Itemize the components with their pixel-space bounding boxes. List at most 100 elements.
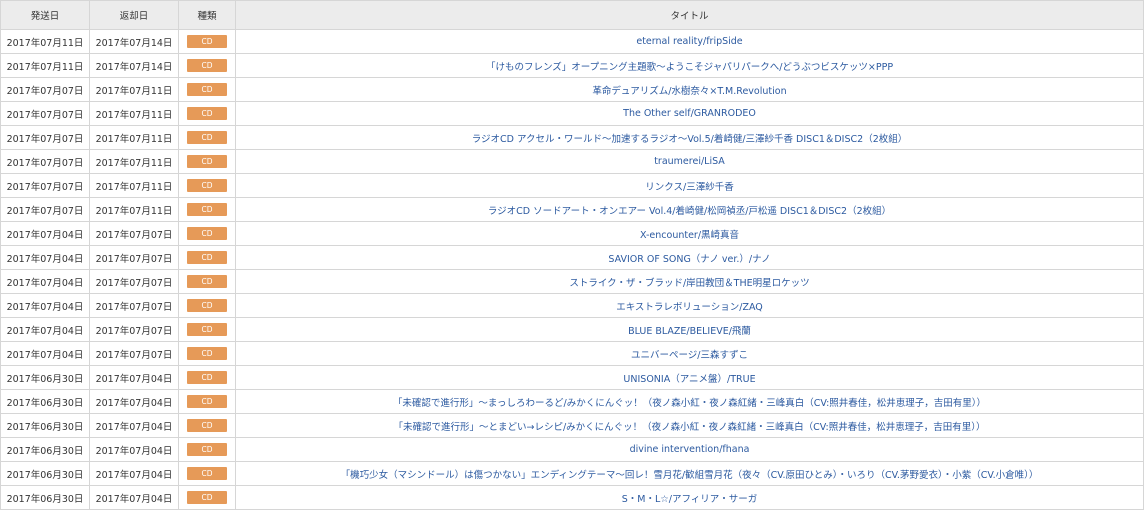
title-link[interactable]: The Other self/GRANRODEO — [623, 108, 756, 119]
ship-date-cell: 2017年07月04日 — [0, 341, 90, 366]
title-cell: BLUE BLAZE/BELIEVE/飛蘭 — [235, 317, 1144, 342]
table-row: 2017年07月04日 2017年07月07日 CD BLUE BLAZE/BELIE… — [0, 317, 1144, 342]
title-link[interactable]: SAVIOR OF SONG（ナノ ver.）/ナノ — [608, 254, 770, 265]
ship-date-cell: 2017年06月30日 — [0, 365, 90, 390]
title-link[interactable]: エキストラレボリューション/ZAQ — [616, 302, 763, 313]
return-date-cell: 2017年07月11日 — [89, 173, 179, 198]
ship-date-cell: 2017年06月30日 — [0, 437, 90, 462]
type-cell: CD — [178, 413, 236, 438]
cd-type-badge: CD — [187, 346, 227, 360]
ship-date-cell: 2017年06月30日 — [0, 461, 90, 486]
cd-type-badge: CD — [187, 178, 227, 192]
ship-date-cell: 2017年07月07日 — [0, 149, 90, 174]
return-date-cell: 2017年07月11日 — [89, 149, 179, 174]
title-link[interactable]: ストライク・ザ・ブラッド/岸田教団＆THE明星ロケッツ — [569, 278, 809, 289]
title-cell: divine intervention/fhana — [235, 437, 1144, 462]
ship-date-cell: 2017年07月07日 — [0, 125, 90, 150]
ship-date-cell: 2017年07月07日 — [0, 197, 90, 222]
table-row: 2017年07月04日 2017年07月07日 CD ユニバーページ/三森すずこ — [0, 341, 1144, 366]
title-cell: X-encounter/黒崎真音 — [235, 221, 1144, 246]
table-row: 2017年06月30日 2017年07月04日 CD S・M・L☆/アフィリア・サーガ — [0, 485, 1144, 510]
ship-date-cell: 2017年07月04日 — [0, 317, 90, 342]
title-cell: ラジオCD ソードアート・オンエアー Vol.4/着崎健/松岡禎丞/戸松遥 DI… — [235, 197, 1144, 222]
ship-date-cell: 2017年07月07日 — [0, 101, 90, 126]
table-row: 2017年06月30日 2017年07月04日 CD 「未確認で進行形」〜とまどい→レ… — [0, 413, 1144, 438]
table-row: 2017年06月30日 2017年07月04日 CD divine intervent… — [0, 437, 1144, 462]
table-row: 2017年07月04日 2017年07月07日 CD ストライク・ザ・ブラッド/岸田教… — [0, 269, 1144, 294]
table-row: 2017年07月07日 2017年07月11日 CD traumerei/LiSA — [0, 149, 1144, 174]
cd-type-badge: CD — [187, 130, 227, 144]
title-link[interactable]: ラジオCD アクセル・ワールド〜加速するラジオ〜Vol.5/着崎健/三澤紗千香 … — [472, 134, 908, 145]
title-link[interactable]: S・M・L☆/アフィリア・サーガ — [622, 494, 758, 505]
table-row: 2017年07月07日 2017年07月11日 CD 革命デュアリズム/水樹奈々×T.… — [0, 77, 1144, 102]
ship-date-cell: 2017年07月04日 — [0, 269, 90, 294]
type-cell: CD — [178, 461, 236, 486]
return-date-cell: 2017年07月04日 — [89, 413, 179, 438]
title-link[interactable]: 「未確認で進行形」〜まっしろわーるど/みかくにんぐッ！（夜ノ森小紅・夜ノ森紅緒・… — [393, 398, 986, 409]
type-cell: CD — [178, 293, 236, 318]
cd-type-badge: CD — [187, 82, 227, 96]
title-link[interactable]: divine intervention/fhana — [630, 444, 750, 455]
title-cell: ユニバーページ/三森すずこ — [235, 341, 1144, 366]
type-cell: CD — [178, 365, 236, 390]
title-link[interactable]: 「未確認で進行形」〜とまどい→レシピ/みかくにんぐッ！（夜ノ森小紅・夜ノ森紅緒・… — [394, 422, 986, 433]
return-date-cell: 2017年07月04日 — [89, 485, 179, 510]
return-date-cell: 2017年07月14日 — [89, 29, 179, 54]
header-ship-date: 発送日 — [0, 0, 90, 30]
ship-date-cell: 2017年07月11日 — [0, 53, 90, 78]
ship-date-cell: 2017年07月07日 — [0, 77, 90, 102]
return-date-cell: 2017年07月07日 — [89, 293, 179, 318]
cd-type-badge: CD — [187, 274, 227, 288]
table-row: 2017年06月30日 2017年07月04日 CD UNISONIA（アニメ盤）/T… — [0, 365, 1144, 390]
cd-type-badge: CD — [187, 202, 227, 216]
type-cell: CD — [178, 197, 236, 222]
table-row: 2017年07月04日 2017年07月07日 CD SAVIOR OF SONG（ナ… — [0, 245, 1144, 270]
type-cell: CD — [178, 485, 236, 510]
title-cell: S・M・L☆/アフィリア・サーガ — [235, 485, 1144, 510]
title-link[interactable]: 「機巧少女（マシンドール）は傷つかない」エンディングテーマ〜回レ！雪月花/歓組雪… — [341, 470, 1039, 481]
cd-type-badge: CD — [187, 490, 227, 504]
header-type: 種類 — [178, 0, 236, 30]
table-row: 2017年06月30日 2017年07月04日 CD 「機巧少女（マシンドール）は傷つ… — [0, 461, 1144, 486]
title-cell: The Other self/GRANRODEO — [235, 101, 1144, 126]
return-date-cell: 2017年07月04日 — [89, 389, 179, 414]
title-cell: SAVIOR OF SONG（ナノ ver.）/ナノ — [235, 245, 1144, 270]
type-cell: CD — [178, 173, 236, 198]
ship-date-cell: 2017年07月11日 — [0, 29, 90, 54]
ship-date-cell: 2017年07月07日 — [0, 173, 90, 198]
table-row: 2017年07月07日 2017年07月11日 CD ラジオCD アクセル・ワールド〜… — [0, 125, 1144, 150]
type-cell: CD — [178, 77, 236, 102]
title-link[interactable]: 「けものフレンズ」オープニング主題歌〜ようこそジャパリパークへ/どうぶつビスケッ… — [486, 62, 893, 73]
title-cell: リンクス/三澤紗千香 — [235, 173, 1144, 198]
return-date-cell: 2017年07月11日 — [89, 197, 179, 222]
type-cell: CD — [178, 125, 236, 150]
table-row: 2017年07月07日 2017年07月11日 CD リンクス/三澤紗千香 — [0, 173, 1144, 198]
title-link[interactable]: traumerei/LiSA — [654, 156, 725, 167]
return-date-cell: 2017年07月07日 — [89, 245, 179, 270]
title-link[interactable]: 革命デュアリズム/水樹奈々×T.M.Revolution — [592, 86, 786, 97]
cd-type-badge: CD — [187, 466, 227, 480]
return-date-cell: 2017年07月04日 — [89, 437, 179, 462]
title-link[interactable]: リンクス/三澤紗千香 — [645, 182, 733, 193]
title-link[interactable]: X-encounter/黒崎真音 — [640, 230, 739, 241]
ship-date-cell: 2017年07月04日 — [0, 245, 90, 270]
return-date-cell: 2017年07月11日 — [89, 77, 179, 102]
title-cell: 「機巧少女（マシンドール）は傷つかない」エンディングテーマ〜回レ！雪月花/歓組雪… — [235, 461, 1144, 486]
cd-type-badge: CD — [187, 394, 227, 408]
type-cell: CD — [178, 29, 236, 54]
type-cell: CD — [178, 317, 236, 342]
title-link[interactable]: ラジオCD ソードアート・オンエアー Vol.4/着崎健/松岡禎丞/戸松遥 DI… — [488, 206, 891, 217]
ship-date-cell: 2017年06月30日 — [0, 485, 90, 510]
table-row: 2017年07月11日 2017年07月14日 CD 「けものフレンズ」オープニング主… — [0, 53, 1144, 78]
title-link[interactable]: UNISONIA（アニメ盤）/TRUE — [623, 374, 755, 385]
title-cell: 「けものフレンズ」オープニング主題歌〜ようこそジャパリパークへ/どうぶつビスケッ… — [235, 53, 1144, 78]
title-link[interactable]: eternal reality/fripSide — [636, 36, 742, 47]
cd-type-badge: CD — [187, 298, 227, 312]
title-cell: traumerei/LiSA — [235, 149, 1144, 174]
title-link[interactable]: BLUE BLAZE/BELIEVE/飛蘭 — [628, 326, 751, 337]
table-row: 2017年06月30日 2017年07月04日 CD 「未確認で進行形」〜まっしろわー… — [0, 389, 1144, 414]
title-link[interactable]: ユニバーページ/三森すずこ — [631, 350, 748, 361]
return-date-cell: 2017年07月11日 — [89, 101, 179, 126]
cd-type-badge: CD — [187, 418, 227, 432]
cd-type-badge: CD — [187, 106, 227, 120]
